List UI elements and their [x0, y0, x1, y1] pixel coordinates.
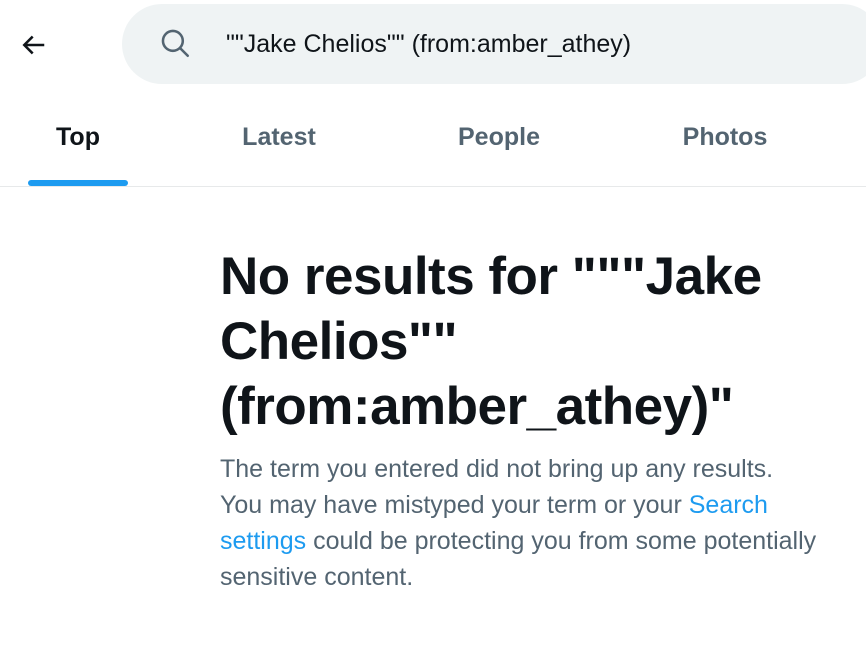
search-input[interactable]: [226, 22, 846, 66]
tab-photos[interactable]: Photos: [670, 88, 780, 186]
tab-latest[interactable]: Latest: [229, 88, 329, 186]
search-header: [0, 0, 866, 88]
tab-people-label: People: [458, 122, 540, 151]
tab-photos-label: Photos: [682, 122, 768, 151]
tab-people[interactable]: People: [444, 88, 554, 186]
back-button[interactable]: [12, 24, 54, 66]
search-box[interactable]: [122, 4, 866, 84]
empty-state-description: The term you entered did not bring up an…: [220, 451, 820, 595]
search-icon: [158, 26, 192, 60]
empty-state-text-after-link: could be protecting you from some potent…: [220, 527, 817, 591]
back-arrow-icon: [22, 35, 45, 55]
empty-state-title: No results for """Jake Chelios"" (from:a…: [220, 247, 762, 436]
empty-state: No results for """Jake Chelios"" (from:a…: [220, 244, 840, 595]
tab-top[interactable]: Top: [28, 88, 128, 186]
search-results-page: Top Latest People Photos No results for …: [0, 0, 866, 658]
active-tab-indicator: [28, 180, 128, 186]
tab-top-label: Top: [56, 122, 100, 151]
tab-latest-label: Latest: [242, 122, 316, 151]
search-tabs: Top Latest People Photos: [0, 88, 866, 187]
